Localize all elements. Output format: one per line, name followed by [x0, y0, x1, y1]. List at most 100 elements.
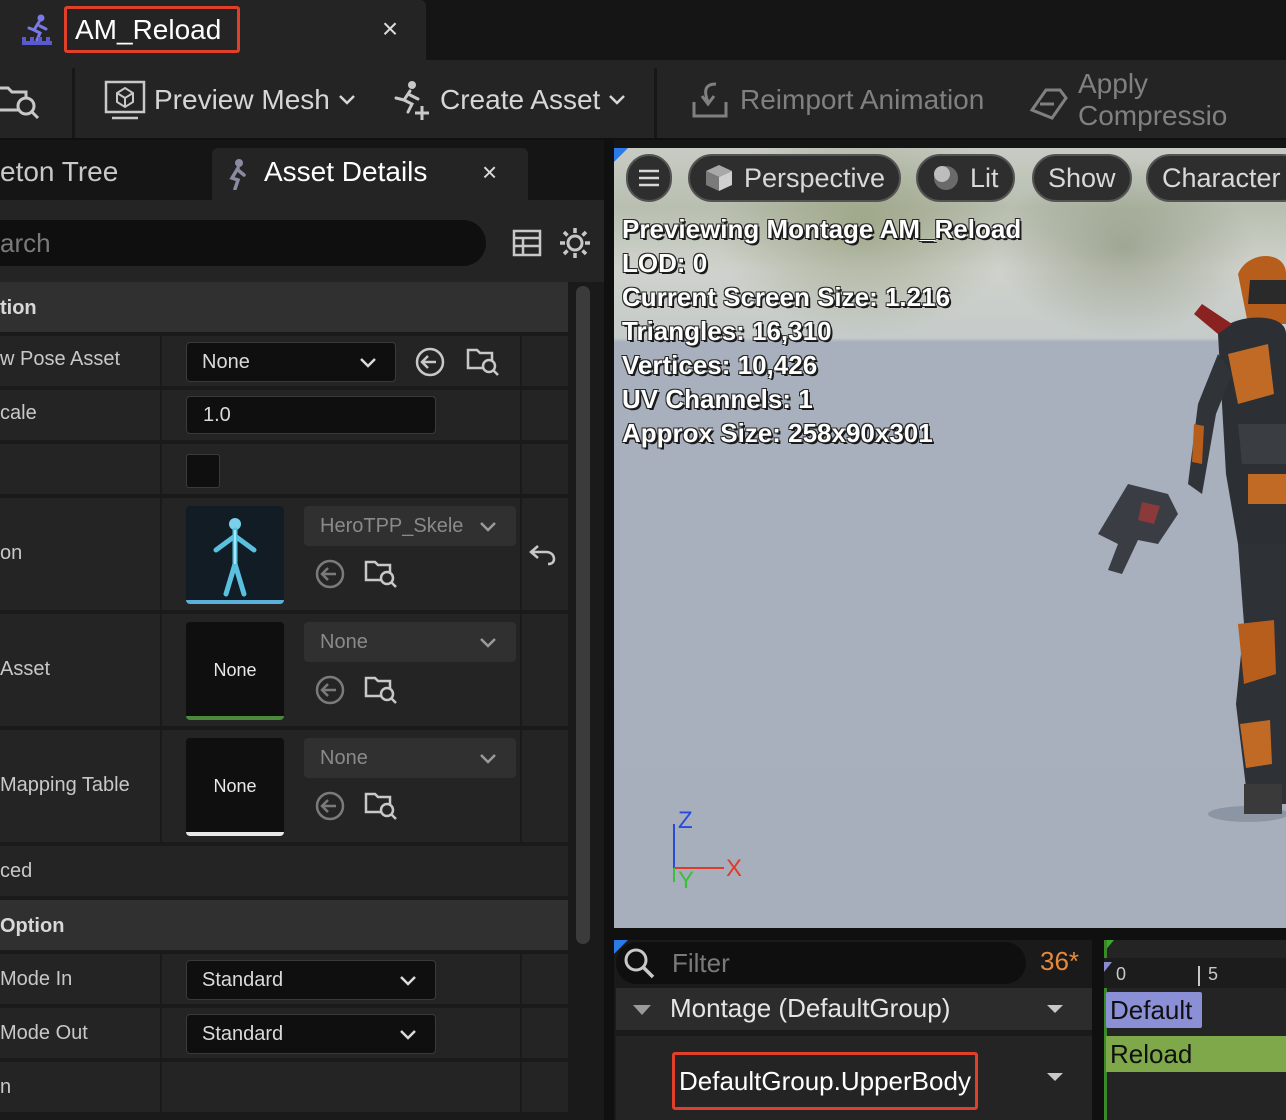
slot-group-label[interactable]: DefaultGroup.UpperBody [672, 1052, 978, 1110]
stat-line: Current Screen Size: 1.216 [622, 282, 951, 312]
column-separator [160, 614, 162, 726]
track-count-badge: 36* [1040, 946, 1080, 976]
show-button[interactable]: Show [1032, 154, 1132, 202]
create-asset-button[interactable]: Create Asset [390, 78, 626, 122]
parent-asset-combo[interactable]: None [304, 622, 516, 662]
thumbnail-type-bar [186, 832, 284, 836]
property-row-mapping-table: Mapping Table None None [0, 730, 568, 844]
search-icon [624, 948, 655, 979]
viewport-splitter[interactable] [614, 928, 1286, 940]
use-selected-asset-icon[interactable] [414, 346, 446, 378]
lit-sphere-icon [934, 166, 958, 190]
asset-details-label: Asset Details [264, 156, 428, 187]
montage-section-default[interactable]: Default [1106, 992, 1202, 1028]
show-label: Show [1048, 163, 1116, 193]
expand-arrow-icon[interactable] [632, 1004, 652, 1016]
details-scrollbar[interactable] [576, 286, 590, 944]
table-view-icon[interactable] [512, 228, 542, 258]
browse-asset-icon[interactable] [364, 788, 398, 822]
thumbnail-label: None [213, 660, 257, 680]
toolbar-separator [72, 68, 75, 138]
character-preview-model [1098, 256, 1286, 822]
property-row-parent-asset: Asset None None [0, 614, 568, 728]
details-search-input[interactable] [0, 220, 486, 266]
section-header-blend-option[interactable]: Option [0, 900, 568, 952]
close-tab-icon[interactable]: × [378, 12, 402, 46]
timeline-track-area[interactable]: 0 5 Default Reload [1104, 940, 1286, 1120]
asset-details-icon [229, 159, 246, 190]
montage-segment-reload[interactable]: Reload [1106, 1036, 1286, 1072]
rate-scale-input[interactable]: 1.0 [186, 396, 436, 434]
skeleton-figure-icon [213, 518, 257, 597]
property-label: cale [0, 402, 37, 424]
viewport-menu-button[interactable] [626, 154, 672, 202]
axis-x-label: X [726, 855, 742, 882]
find-in-browser-button[interactable] [0, 78, 40, 122]
perspective-button[interactable]: Perspective [688, 154, 902, 202]
use-selected-asset-icon[interactable] [314, 790, 346, 822]
ruler-tick-label: 5 [1208, 964, 1219, 984]
tab-skeleton-tree[interactable]: eton Tree [0, 148, 204, 200]
track-label: Montage (DefaultGroup) [670, 993, 951, 1023]
blend-mode-out-combo[interactable]: Standard [186, 1014, 436, 1054]
apply-compression-button[interactable]: Apply Compressio [1026, 68, 1286, 131]
preview-pose-asset-combo[interactable]: None [186, 342, 396, 382]
section-marker [1104, 962, 1112, 972]
skeleton-thumbnail[interactable] [186, 506, 284, 604]
skeleton-combo[interactable]: HeroTPP_Skele [304, 506, 516, 546]
browse-asset-icon[interactable] [364, 556, 398, 590]
advanced-expander: ced [0, 860, 33, 882]
timeline-splitter[interactable] [1092, 940, 1104, 1120]
mapping-table-thumbnail[interactable]: None [186, 738, 284, 836]
chevron-down-icon [609, 95, 626, 105]
property-label: Mode Out [0, 1022, 88, 1044]
column-separator [520, 390, 522, 440]
stat-line: Vertices: 10,426 [622, 350, 818, 380]
montage-timeline: 36* Montage (DefaultGroup) DefaultGroup.… [614, 940, 1286, 1120]
property-label: w Pose Asset [0, 348, 121, 370]
close-tab-icon[interactable]: × [482, 148, 497, 196]
tab-asset-details[interactable]: Asset Details × [212, 148, 528, 200]
track-filter-input[interactable] [616, 942, 1026, 984]
property-row-advanced[interactable]: ced [0, 846, 568, 898]
lit-button[interactable]: Lit [916, 154, 1015, 202]
character-button[interactable]: Character [1146, 154, 1286, 202]
property-row-blend-mode-out: Mode Out Standard [0, 1008, 568, 1060]
track-options-dropdown-icon[interactable] [1046, 1004, 1064, 1014]
reimport-animation-button[interactable]: Reimport Animation [690, 78, 984, 122]
axis-y-label: Y [678, 867, 694, 894]
gear-icon[interactable] [558, 226, 592, 260]
reset-to-default-icon[interactable] [528, 542, 556, 566]
preview-viewport[interactable]: Perspective Lit Show Character Previewin… [614, 148, 1286, 928]
track-row-slot-group[interactable]: DefaultGroup.UpperBody [616, 1036, 1092, 1120]
parent-asset-thumbnail[interactable]: None [186, 622, 284, 720]
section-header-animation[interactable]: tion [0, 282, 568, 334]
track-options-dropdown-icon[interactable] [1046, 1072, 1064, 1082]
stat-line: UV Channels: 1 [622, 384, 813, 414]
use-selected-asset-icon[interactable] [314, 674, 346, 706]
toolbar: Preview Mesh Create Asset Reimport Anima… [0, 60, 1286, 140]
document-tab[interactable]: AM_Reload × [0, 0, 426, 60]
blend-mode-in-combo[interactable]: Standard [186, 960, 436, 1000]
track-row-montage[interactable]: Montage (DefaultGroup) [616, 988, 1092, 1030]
preview-mesh-button[interactable]: Preview Mesh [104, 78, 356, 122]
property-checkbox[interactable] [186, 454, 220, 488]
mapping-table-combo[interactable]: None [304, 738, 516, 778]
browse-asset-icon[interactable] [364, 672, 398, 706]
browse-asset-icon[interactable] [466, 344, 500, 378]
ruler-tick [1198, 966, 1200, 986]
timeline-ruler[interactable]: 0 5 [1104, 958, 1286, 988]
panel-tab-bar: eton Tree Asset Details × [0, 140, 604, 200]
chevron-down-icon [400, 976, 416, 986]
combo-value: Standard [202, 1023, 284, 1045]
create-asset-label: Create Asset [440, 84, 601, 115]
chevron-down-icon [480, 522, 496, 532]
left-panel: eton Tree Asset Details × tion w Pose As… [0, 140, 604, 1120]
document-tab-bar: AM_Reload × [0, 0, 1286, 60]
create-asset-icon [394, 81, 429, 120]
column-separator [520, 954, 522, 1004]
panel-splitter[interactable] [604, 140, 614, 1120]
document-tab-title[interactable]: AM_Reload [64, 6, 241, 53]
use-selected-asset-icon[interactable] [314, 558, 346, 590]
cube-icon [706, 165, 732, 191]
